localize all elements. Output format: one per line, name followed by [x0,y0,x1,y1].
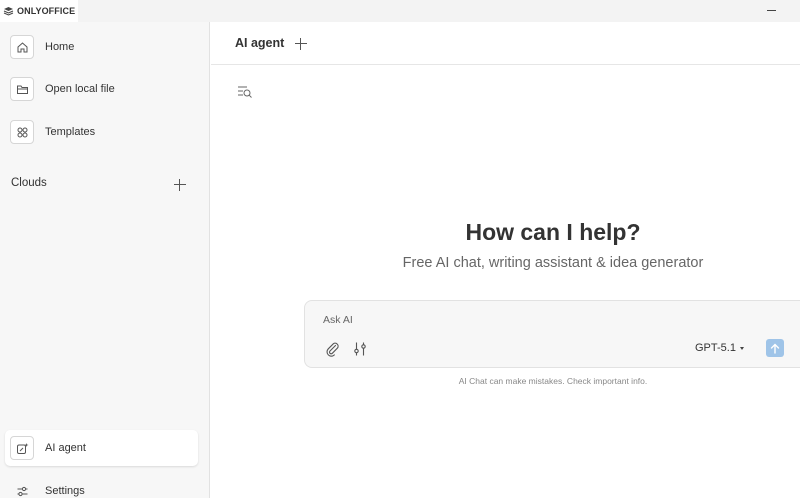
title-bar: ONLYOFFICE [0,0,800,22]
home-icon [10,35,34,59]
arrow-up-icon [770,343,780,354]
welcome-subtitle: Free AI chat, writing assistant & idea g… [402,255,704,271]
sidebar-item-label: Templates [45,126,96,138]
sidebar-item-templates[interactable]: Templates [5,114,198,150]
options-sliders-icon[interactable] [353,341,367,357]
welcome-headline: How can I help? [465,219,641,245]
plus-icon [174,179,186,191]
add-cloud-button[interactable] [174,179,186,191]
attach-icon[interactable] [325,341,341,357]
clouds-heading: Clouds [11,177,47,189]
sidebar-item-settings[interactable]: Settings [5,473,198,498]
onlyoffice-logo-icon [3,6,14,16]
chevron-down-icon [739,347,744,350]
main-panel: AI agent How can I help? Free AI chat, w… [211,22,800,498]
model-name: GPT-5.1 [695,342,736,354]
brand-tab[interactable]: ONLYOFFICE [0,0,78,22]
sliders-icon [10,479,34,498]
tab-ai-agent[interactable]: AI agent [235,36,284,50]
brand-name: ONLYOFFICE [17,6,76,16]
model-selector[interactable]: GPT-5.1 [695,342,744,354]
templates-icon [10,120,34,144]
ask-ai-input[interactable] [323,312,623,328]
sidebar-item-ai-agent[interactable]: AI agent [5,430,198,466]
chat-history-icon[interactable] [237,85,253,99]
sidebar-item-open-local-file[interactable]: Open local file [5,71,198,107]
sidebar-item-label: Home [45,41,75,53]
sidebar-item-label: Open local file [45,83,115,95]
sidebar: Home Open local file Templates Clouds AI… [0,22,210,498]
disclaimer-text: AI Chat can make mistakes. Check importa… [458,376,648,386]
ai-agent-icon [10,436,34,460]
new-chat-button[interactable] [295,38,307,50]
chat-composer: GPT-5.1 [304,300,800,368]
sidebar-item-label: Settings [45,485,85,497]
plus-icon [295,38,307,50]
folder-icon [10,77,34,101]
sidebar-item-label: AI agent [45,442,86,454]
sidebar-item-home[interactable]: Home [5,29,198,65]
tab-bar: AI agent [211,22,800,65]
send-button[interactable] [766,339,784,357]
minimize-button[interactable] [766,4,778,16]
